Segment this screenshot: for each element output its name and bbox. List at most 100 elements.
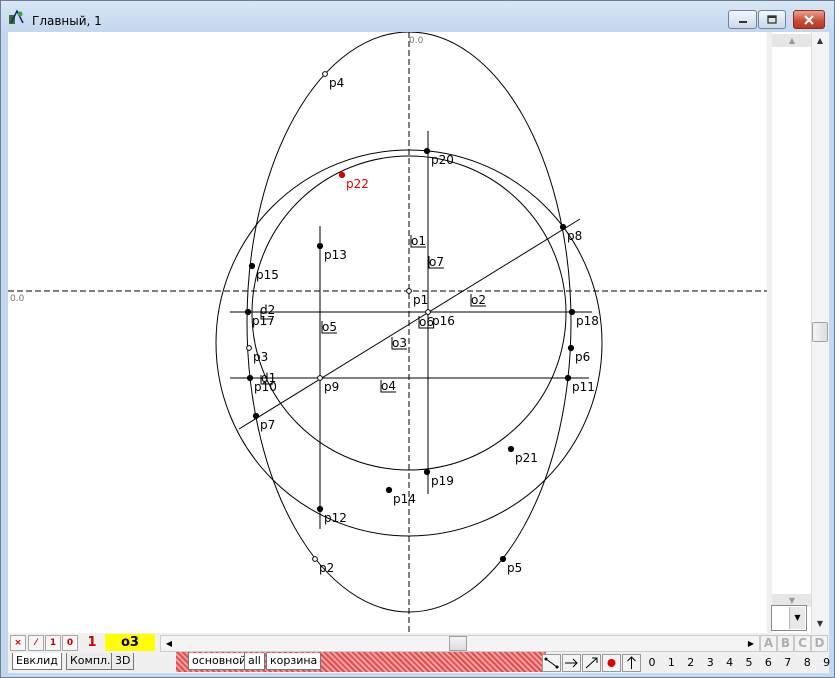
point-p17[interactable]: [244, 308, 252, 316]
drawing-canvas[interactable]: 0.0 0.0 p1 p2 p3 p4 p5 p6 p7 p8 p9 p10 p11 p12 p13 p1…: [8, 32, 767, 633]
minimize-button[interactable]: [728, 10, 757, 29]
tab-main-layer[interactable]: основной: [188, 653, 251, 670]
layer-number-8[interactable]: 8: [800, 656, 814, 669]
zoom-combo[interactable]: ▼: [771, 605, 807, 631]
point-p15[interactable]: [248, 262, 256, 270]
layer-number-0[interactable]: 0: [645, 656, 659, 669]
point-label-p19: p19: [431, 474, 454, 488]
scroll-up-arrow[interactable]: ▲: [812, 33, 828, 48]
point-p12[interactable]: [316, 505, 324, 513]
layer-number-2[interactable]: 2: [684, 656, 698, 669]
main-window: Главный, 1 0.0 0.0 p1 p2 p3 p4 p5 p6 p7 …: [0, 0, 835, 678]
letter-a-button[interactable]: A: [760, 635, 777, 652]
point-label-p11: p11: [572, 380, 595, 394]
letter-d-button[interactable]: D: [811, 635, 828, 652]
zero-button[interactable]: 0: [62, 635, 78, 651]
point-label-p15: p15: [256, 268, 279, 282]
tab-euclid[interactable]: Евклид: [12, 653, 62, 670]
arrow-right-icon: [565, 658, 578, 668]
point-p5[interactable]: [499, 555, 507, 563]
layer-number-5[interactable]: 5: [742, 656, 756, 669]
ray-tool-button[interactable]: [562, 654, 581, 672]
point-label-p13: p13: [324, 248, 347, 262]
tab-trash[interactable]: корзина: [266, 653, 322, 670]
vertical-ruler[interactable]: [772, 32, 812, 633]
delete-button[interactable]: ×: [10, 635, 26, 651]
client-area: 0.0 0.0 p1 p2 p3 p4 p5 p6 p7 p8 p9 p10 p11 p12 p13 p1…: [8, 32, 830, 673]
point-p10[interactable]: [246, 374, 254, 382]
object-label-o1[interactable]: o1: [411, 235, 426, 247]
ruler-up-arrow[interactable]: ▲: [772, 34, 812, 47]
point-p20[interactable]: [423, 147, 431, 155]
object-label-o2[interactable]: o2: [471, 294, 486, 306]
point-label-p1: p1: [413, 293, 429, 307]
letter-b-button[interactable]: B: [777, 635, 794, 652]
layer-number-7[interactable]: 7: [781, 656, 795, 669]
point-p14[interactable]: [385, 486, 393, 494]
close-button[interactable]: [793, 10, 825, 29]
maximize-button[interactable]: [758, 10, 786, 29]
tab-all[interactable]: all: [244, 653, 265, 670]
point-p18[interactable]: [568, 308, 576, 316]
point-p1[interactable]: [406, 288, 412, 294]
object-label-d2[interactable]: d2: [260, 304, 275, 316]
vertical-scroll-area: ▲ ▼ ▲ ▼ ▼: [767, 32, 829, 633]
point-label-p9: p9: [324, 380, 340, 394]
vector-icon: [585, 657, 598, 669]
point-p21[interactable]: [507, 445, 515, 453]
tab-complex[interactable]: Компл.: [66, 653, 115, 670]
object-label-o6[interactable]: o6: [419, 316, 434, 328]
point-p7[interactable]: [252, 412, 260, 420]
object-label-o5[interactable]: o5: [322, 321, 337, 333]
status-row: × ⁄ 1 0 1 o3 ◀ ▶ A B C D: [8, 633, 829, 652]
layer-number-6[interactable]: 6: [761, 656, 775, 669]
letter-c-button[interactable]: C: [794, 635, 811, 652]
scroll-right-arrow[interactable]: ▶: [743, 636, 759, 651]
tab-3d[interactable]: 3D: [111, 653, 135, 670]
point-p11[interactable]: [564, 374, 572, 382]
point-p22[interactable]: [338, 171, 346, 179]
minimize-icon: [738, 20, 747, 23]
segment-tool-button[interactable]: [542, 654, 561, 672]
geometry-drawing: [8, 32, 767, 633]
one-button[interactable]: 1: [45, 635, 61, 651]
maximize-icon: [767, 15, 777, 24]
point-label-p12: p12: [324, 511, 347, 525]
point-p3[interactable]: [246, 345, 252, 351]
title-bar[interactable]: Главный, 1: [1, 1, 834, 33]
point-label-p5: p5: [507, 561, 523, 575]
object-label-d1[interactable]: d1: [261, 372, 276, 384]
layer-number-9[interactable]: 9: [820, 656, 834, 669]
layer-number-4[interactable]: 4: [723, 656, 737, 669]
horizontal-scrollbar[interactable]: ◀ ▶: [160, 635, 760, 652]
point-p4[interactable]: [322, 71, 328, 77]
window-title: Главный, 1: [32, 14, 102, 28]
point-p16[interactable]: [425, 309, 431, 315]
vector-tool-button[interactable]: [582, 654, 601, 672]
layer-number-3[interactable]: 3: [703, 656, 717, 669]
vertical-scroll-thumb[interactable]: [812, 322, 828, 342]
object-label-o7[interactable]: o7: [429, 256, 444, 268]
point-label-p8: p8: [567, 229, 583, 243]
point-p6[interactable]: [567, 344, 575, 352]
chevron-down-icon[interactable]: ▼: [789, 607, 805, 629]
point-p13[interactable]: [316, 242, 324, 250]
point-p2[interactable]: [312, 556, 318, 562]
segment-icon: [544, 657, 559, 669]
object-label-o4[interactable]: o4: [381, 380, 396, 392]
current-object[interactable]: o3: [105, 634, 155, 651]
line-mode-button[interactable]: ⁄: [28, 635, 44, 651]
point-tool-button[interactable]: [602, 654, 621, 672]
point-label-p21: p21: [515, 451, 538, 465]
point-label-p14: p14: [393, 492, 416, 506]
red-dot-icon: [607, 659, 616, 667]
point-p19[interactable]: [423, 468, 431, 476]
horizontal-scroll-thumb[interactable]: [449, 636, 467, 651]
layer-number-1[interactable]: 1: [664, 656, 678, 669]
scroll-down-arrow[interactable]: ▼: [812, 616, 828, 631]
scroll-left-arrow[interactable]: ◀: [161, 636, 177, 651]
object-label-o3[interactable]: o3: [392, 337, 407, 349]
point-p8[interactable]: [559, 223, 567, 231]
up-tool-button[interactable]: [622, 654, 641, 672]
point-p9[interactable]: [317, 375, 323, 381]
